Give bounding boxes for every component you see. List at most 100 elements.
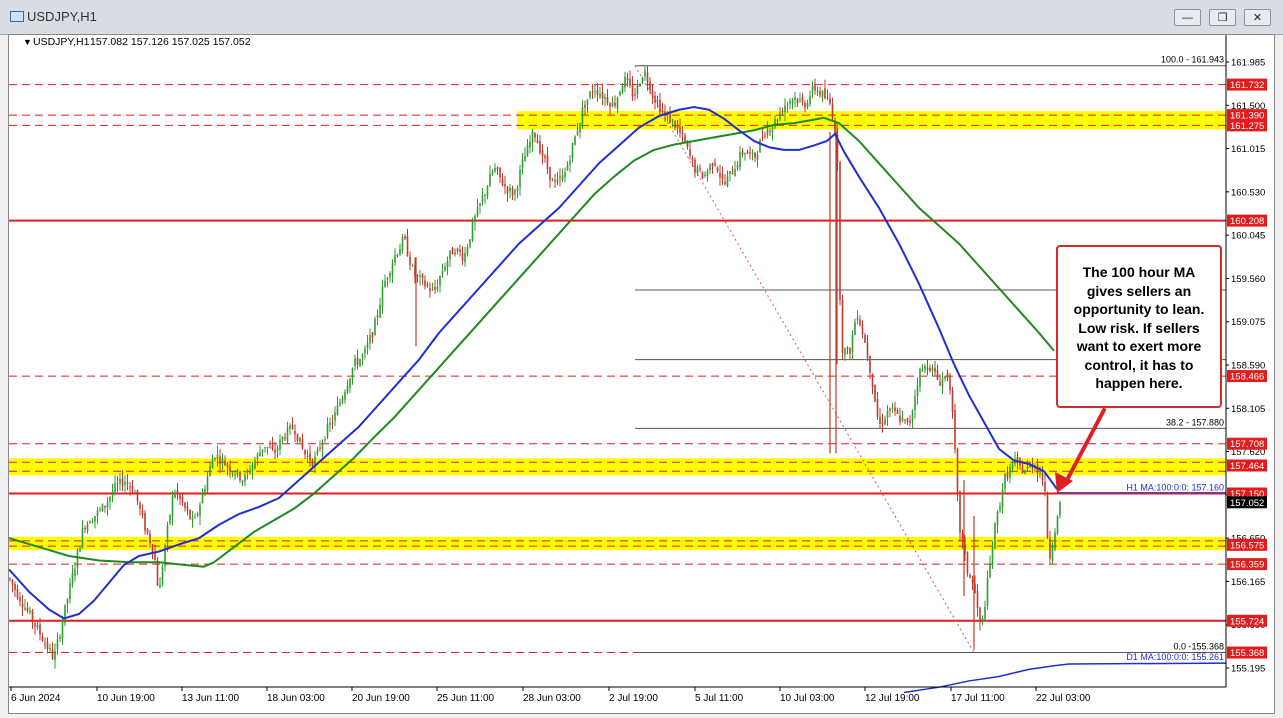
- candle-body: [14, 584, 16, 590]
- minimize-button[interactable]: —: [1174, 9, 1201, 26]
- indicator-label-0: H1 MA:100:0:0: 157.160: [1126, 483, 1224, 493]
- candle-body: [89, 521, 91, 524]
- candle-body: [504, 184, 506, 187]
- candle-body: [641, 77, 644, 83]
- candle-body: [684, 135, 686, 143]
- support-resistance-zones: [9, 111, 1226, 551]
- candle-body: [134, 492, 136, 494]
- candle-body: [669, 112, 671, 124]
- close-button[interactable]: ✕: [1244, 9, 1271, 26]
- candle-body: [206, 476, 209, 491]
- candle-body: [634, 94, 636, 96]
- candle-body: [1049, 538, 1051, 559]
- candle-body: [1046, 492, 1049, 539]
- restore-button[interactable]: ❐: [1209, 9, 1236, 26]
- candle-body: [176, 490, 179, 495]
- candle-body: [76, 549, 79, 568]
- candle-body: [844, 348, 846, 356]
- candle-body: [614, 102, 616, 107]
- candle-body: [381, 286, 384, 307]
- candle-body: [1021, 467, 1024, 474]
- candle-body: [746, 151, 749, 154]
- candle-body: [721, 174, 724, 179]
- candle-body: [156, 560, 159, 586]
- candle-body: [656, 99, 659, 102]
- candle-body: [449, 250, 451, 260]
- candle-body: [144, 513, 146, 531]
- candle-body: [1044, 481, 1046, 492]
- candle-body: [286, 427, 289, 442]
- candle-body: [579, 122, 581, 133]
- candle-body: [56, 639, 59, 650]
- candle-body: [41, 636, 44, 642]
- candle-body: [629, 78, 631, 86]
- candle-body: [796, 98, 799, 104]
- candle-body: [861, 324, 864, 334]
- candle-body: [146, 528, 149, 534]
- candle-body: [806, 102, 809, 108]
- candle-body: [944, 375, 946, 379]
- candle-body: [984, 606, 986, 619]
- candle-body: [234, 474, 236, 476]
- candle-body: [149, 533, 151, 544]
- candle-body: [399, 248, 401, 256]
- candle-body: [914, 396, 916, 411]
- candle-body: [924, 365, 926, 370]
- candle-body: [976, 590, 979, 608]
- candle-body: [951, 389, 954, 412]
- header-dropdown-icon[interactable]: ▼: [23, 37, 32, 47]
- candle-body: [209, 465, 211, 476]
- candle-body: [901, 417, 904, 422]
- candle-body: [556, 178, 559, 183]
- candle-body: [694, 159, 696, 173]
- candle-body: [384, 280, 386, 287]
- candle-body: [151, 544, 154, 553]
- candle-body: [726, 176, 729, 187]
- candle-body: [701, 171, 704, 179]
- candle-body: [611, 101, 614, 107]
- candle-body: [126, 482, 129, 484]
- candle-body: [774, 118, 776, 128]
- candle-body: [499, 167, 501, 178]
- candle-body: [199, 504, 201, 517]
- price-tag-label: 156.359: [1230, 560, 1264, 571]
- candle-body: [64, 604, 66, 624]
- candle-body: [751, 152, 754, 155]
- candle-body: [866, 342, 869, 359]
- candle-body: [921, 369, 924, 372]
- candle-body: [626, 78, 629, 81]
- candle-body: [259, 452, 261, 457]
- candle-body: [239, 471, 241, 481]
- candle-body: [154, 552, 156, 560]
- candle-body: [311, 459, 314, 467]
- candle-body: [461, 253, 464, 261]
- candle-body: [509, 187, 511, 192]
- candle-body: [826, 97, 829, 99]
- candle-body: [256, 453, 259, 460]
- candle-body: [339, 402, 341, 406]
- candle-body: [571, 143, 574, 159]
- y-tick-label: 160.530: [1231, 187, 1265, 198]
- callout-arrow: [1055, 408, 1106, 493]
- candle-body: [1059, 502, 1061, 516]
- candle-body: [619, 91, 621, 96]
- candle-body: [324, 439, 326, 441]
- candle-body: [906, 418, 909, 423]
- candle-body: [941, 378, 944, 387]
- candle-body: [464, 252, 466, 262]
- window-title: USDJPY,H1: [27, 9, 97, 24]
- candle-body: [46, 641, 49, 649]
- candle-body: [401, 237, 404, 251]
- candle-body: [201, 493, 204, 504]
- candle-body: [999, 505, 1001, 512]
- zone-2: [9, 536, 1226, 551]
- candle-body: [764, 135, 766, 137]
- candle-body: [169, 514, 171, 524]
- candle-body: [1024, 470, 1026, 475]
- candle-body: [916, 385, 919, 397]
- candle-body: [979, 607, 981, 623]
- ma-200-hour-line: [9, 116, 1055, 568]
- candle-body: [434, 286, 436, 290]
- candle-body: [631, 84, 634, 97]
- candle-body: [784, 105, 786, 113]
